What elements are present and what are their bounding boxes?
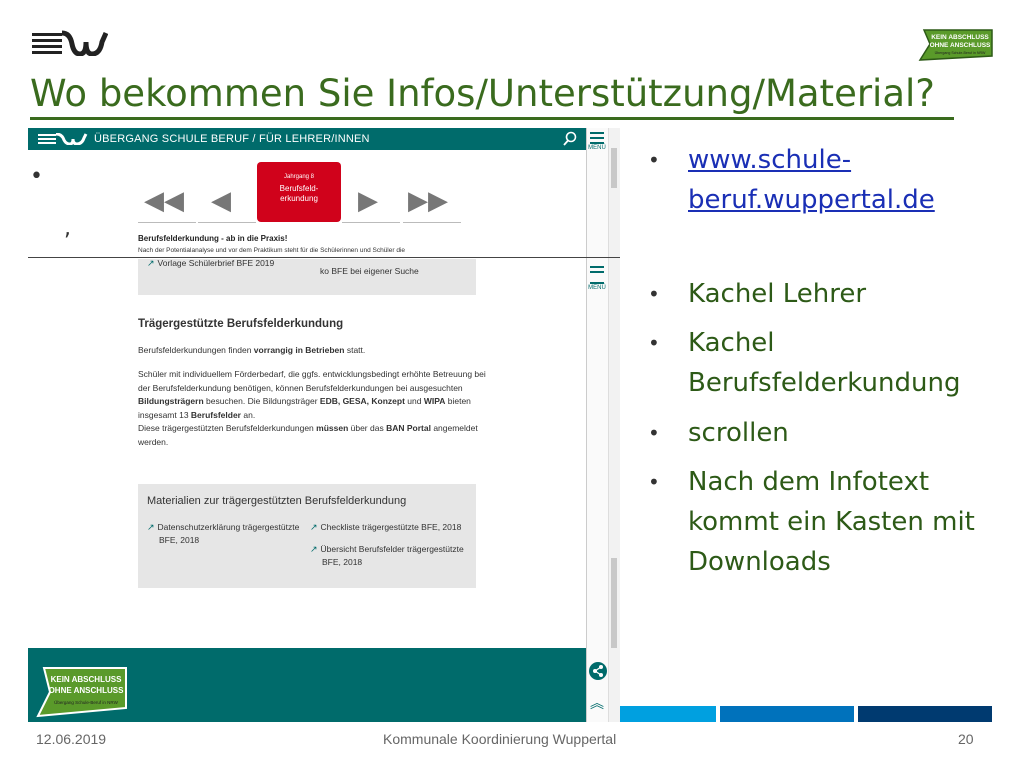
- divider-line: [28, 257, 620, 258]
- side-menu-column: [586, 128, 608, 722]
- rewind-icon[interactable]: ◀◀: [144, 186, 184, 216]
- download-link[interactable]: ↗ Vorlage Schülerbrief BFE 2019: [147, 258, 274, 269]
- title-underline: [30, 117, 954, 120]
- stray-comma: ,: [64, 216, 71, 241]
- website-screenshot: ÜBERGANG SCHULE BERUF / FÜR LEHRER/INNEN…: [28, 128, 620, 722]
- download-datenschutz[interactable]: ↗ Datenschutzerklärung trägergestützte BF…: [147, 521, 299, 547]
- download-uebersicht[interactable]: ↗ Übersicht Berufsfelder trägergestützte …: [310, 543, 464, 569]
- external-arrow-icon: ↗: [310, 544, 318, 554]
- scrollbar-thumb[interactable]: [611, 148, 617, 188]
- kein-abschluss-logo-icon: KEIN ABSCHLUSS OHNE ANSCHLUSS Übergang S…: [36, 667, 127, 718]
- section-subheading: Berufsfelderkundung - ab in die Praxis!: [138, 234, 288, 243]
- next-icon[interactable]: ▶: [358, 186, 378, 216]
- paragraph-1: Berufsfelderkundungen finden vorrangig i…: [138, 345, 366, 355]
- website-link-2[interactable]: beruf.wuppertal.de: [688, 180, 1008, 220]
- tile-berufsfelderkundung[interactable]: Jahrgang 8 Berufsfeld- erkundung: [257, 162, 341, 222]
- menu-button[interactable]: MENÜ: [586, 132, 608, 151]
- menu-button-lower[interactable]: MENÜ: [586, 266, 608, 291]
- slide-date: 12.06.2019: [36, 731, 107, 747]
- nav-underline: [403, 222, 461, 223]
- header-brand-text: ÜBERGANG SCHULE BERUF / FÜR LEHRER/INNEN: [94, 133, 370, 145]
- download-link[interactable]: ko BFE bei eigener Suche: [320, 266, 419, 276]
- tile-year: Jahrgang 8: [283, 174, 315, 180]
- external-arrow-icon: ↗: [147, 522, 155, 532]
- section-subtext: Nach der Potentialanalyse und vor dem Pr…: [138, 247, 406, 254]
- nav-underline: [198, 222, 256, 223]
- menu-icon: [590, 132, 604, 144]
- slide-footer-text: Kommunale Koordinierung Wuppertal: [383, 731, 617, 747]
- search-icon[interactable]: [562, 131, 578, 147]
- website-link[interactable]: www.schule-: [688, 140, 1008, 180]
- bullet-kachel-lehrer: • Kachel Lehrer: [648, 279, 867, 309]
- fast-forward-icon[interactable]: ▶▶: [408, 186, 448, 216]
- download-checkliste[interactable]: ↗ Checkliste trägergestützte BFE, 2018: [310, 521, 461, 534]
- screenshot-header: ÜBERGANG SCHULE BERUF / FÜR LEHRER/INNEN: [28, 128, 586, 150]
- footer-logo-line-2: OHNE ANSCHLUSS: [49, 686, 124, 695]
- slide-title: Wo bekommen Sie Infos/Unterstützung/Mate…: [30, 72, 935, 115]
- footer-logo-line-1: KEIN ABSCHLUSS: [51, 675, 122, 684]
- external-arrow-icon: ↗: [147, 258, 155, 268]
- logo-line-3: Übergang Schule-Beruf in NRW: [935, 51, 986, 55]
- paragraph-2: Schüler mit individuellem Förderbedarf, …: [138, 369, 486, 447]
- bullet-dot: •: [30, 164, 43, 189]
- bullet-kachel-bfe: • Kachel Berufsfelderkundung: [648, 328, 961, 398]
- bullet-scrollen: • scrollen: [648, 418, 789, 448]
- chevron-up-icon[interactable]: ︽: [590, 693, 604, 713]
- menu-label-lower: MENÜ: [588, 285, 606, 291]
- tile-label-1: Berufsfeld-: [279, 184, 319, 193]
- color-bar: [720, 706, 854, 722]
- share-icon[interactable]: [589, 662, 607, 680]
- logo-line-1: KEIN ABSCHLUSS: [931, 34, 989, 41]
- external-arrow-icon: ↗: [310, 522, 318, 532]
- tile-label-2: erkundung: [280, 194, 318, 203]
- bullet-infotext: • Nach dem Infotext kommt ein Kasten mit Do…: [648, 467, 975, 577]
- materials-title: Materialien zur trägergestützten Berufsf…: [147, 495, 407, 507]
- kein-abschluss-logo-icon: KEIN ABSCHLUSS OHNE ANSCHLUSS Übergang S…: [918, 29, 993, 61]
- nav-underline: [342, 222, 400, 223]
- menu-label: MENÜ: [588, 145, 606, 151]
- wuppertal-logo-icon: [32, 30, 108, 56]
- wuppertal-logo-icon: [38, 133, 88, 145]
- logo-line-2: OHNE ANSCHLUSS: [930, 42, 991, 49]
- color-bar: [620, 706, 716, 722]
- menu-icon: [590, 266, 604, 284]
- previous-icon[interactable]: ◀: [211, 186, 231, 216]
- color-bar: [858, 706, 992, 722]
- nav-underline: [138, 222, 196, 223]
- scrollbar-thumb-lower[interactable]: [611, 558, 617, 648]
- bullet-link: • www.schule- beruf.wuppertal.de: [648, 140, 1008, 220]
- footer-logo-line-3: Übergang Schule-Beruf in NRW: [54, 699, 118, 705]
- slide-page-number: 20: [958, 731, 974, 747]
- section-title: Trägergestützte Berufsfelderkundung: [138, 318, 344, 330]
